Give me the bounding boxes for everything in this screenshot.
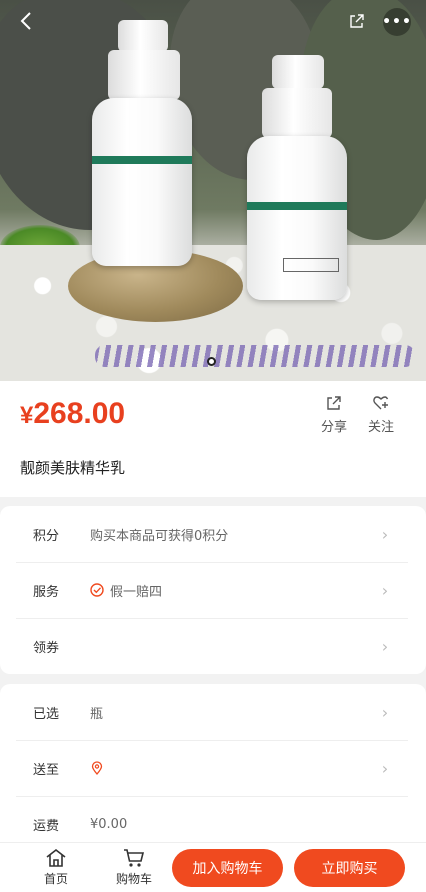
points-row[interactable]: 积分 购买本商品可获得0积分 ›: [16, 506, 408, 562]
share-top-button[interactable]: [345, 8, 369, 34]
coupon-row[interactable]: 领券 ›: [16, 618, 408, 674]
product-price: ¥268.00: [20, 397, 125, 431]
service-row[interactable]: 服务 假一赔四 ›: [16, 562, 408, 618]
follow-button[interactable]: 关注: [361, 394, 401, 435]
back-button[interactable]: [14, 8, 38, 34]
buy-now-button[interactable]: 立即购买: [294, 849, 405, 887]
bottle-left: [92, 98, 192, 266]
coupon-label: 领券: [33, 640, 60, 656]
lavender-decoration: [95, 345, 415, 367]
home-icon: [46, 848, 66, 867]
carousel-indicator: [207, 357, 216, 366]
home-button[interactable]: 首页: [34, 848, 78, 887]
bottle-pump: [272, 55, 324, 89]
share-button[interactable]: 分享: [314, 394, 354, 435]
bottle-pump: [108, 50, 180, 100]
selected-value: 瓶: [90, 706, 104, 722]
heart-plus-icon: [373, 396, 389, 410]
follow-label: 关注: [367, 420, 394, 435]
bottle-pump: [118, 20, 168, 52]
check-circle-icon: [90, 583, 104, 597]
home-label: 首页: [43, 872, 68, 886]
cart-label: 购物车: [115, 872, 152, 886]
bottle-right: [247, 136, 347, 300]
location-pin-icon: [91, 761, 103, 775]
bottle-pump: [262, 88, 332, 138]
shipping-fee-value: ¥0.00: [90, 816, 128, 832]
bottle-label: [283, 258, 339, 272]
shipping-fee-label: 运费: [33, 818, 60, 834]
share-label: 分享: [320, 420, 347, 435]
service-label: 服务: [33, 584, 60, 600]
chevron-right-icon: ›: [381, 636, 389, 656]
spec-card: 已选 瓶 › 送至 › 运费 ¥0.00: [0, 684, 426, 854]
share-icon: [327, 396, 341, 410]
ship-to-row[interactable]: 送至 ›: [16, 740, 408, 796]
chevron-right-icon: ›: [381, 524, 389, 544]
currency-symbol: ¥: [20, 402, 34, 429]
points-label: 积分: [33, 528, 60, 544]
info-card: 积分 购买本商品可获得0积分 › 服务 假一赔四 › 领券 ›: [0, 506, 426, 674]
selected-row[interactable]: 已选 瓶 ›: [16, 684, 408, 740]
add-to-cart-button[interactable]: 加入购物车: [172, 849, 283, 887]
points-value: 购买本商品可获得0积分: [90, 528, 229, 544]
chevron-right-icon: ›: [381, 702, 389, 722]
cart-button[interactable]: 购物车: [112, 848, 156, 887]
chevron-left-icon: [20, 12, 31, 30]
product-name: 靓颜美肤精华乳: [20, 459, 126, 477]
product-image[interactable]: [0, 0, 426, 381]
chevron-right-icon: ›: [381, 580, 389, 600]
more-button[interactable]: •••: [382, 8, 411, 36]
price-value: 268.00: [33, 397, 126, 430]
share-icon: [350, 14, 364, 28]
chevron-right-icon: ›: [381, 758, 389, 778]
cart-icon: [124, 849, 145, 867]
ship-to-label: 送至: [33, 762, 60, 778]
service-value: 假一赔四: [110, 584, 163, 600]
selected-label: 已选: [33, 706, 60, 722]
